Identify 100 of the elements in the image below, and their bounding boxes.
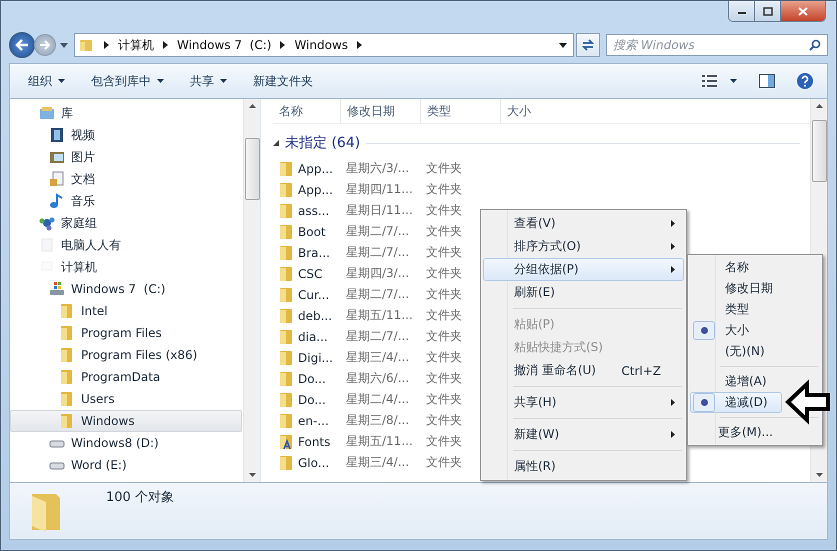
nav-item[interactable]: Program Files (x86) — [10, 344, 242, 366]
chevron-icon[interactable] — [104, 41, 109, 49]
collapse-triangle-icon[interactable] — [273, 140, 279, 146]
file-name[interactable]: App... — [298, 162, 346, 176]
menu-item[interactable]: 更多(M)... — [690, 422, 782, 443]
scroll-thumb[interactable] — [812, 120, 826, 182]
column-header[interactable]: 类型 — [421, 99, 501, 123]
file-date: 星期二/7/... — [346, 223, 410, 240]
menu-item[interactable]: 大小 — [690, 320, 782, 341]
dropdown-arrow-icon[interactable] — [559, 42, 567, 48]
nav-item[interactable]: 音乐 — [10, 190, 242, 212]
menu-item[interactable]: (无)(N) — [690, 341, 782, 362]
file-date: 星期五/11... — [346, 307, 414, 324]
file-name[interactable]: CSC — [298, 266, 346, 280]
file-name[interactable]: Bra... — [298, 246, 346, 260]
nav-item[interactable]: Windows 7 (C:) — [10, 278, 242, 300]
menu-item[interactable]: 刷新(E) — [483, 281, 684, 304]
file-name[interactable]: App... — [298, 182, 346, 196]
nav-item[interactable]: 电脑人人有 — [10, 234, 242, 256]
file-name[interactable]: Glo... — [298, 456, 346, 470]
nav-item[interactable]: ProgramData — [10, 366, 242, 388]
scroll-up-icon[interactable] — [248, 104, 256, 108]
submenu-arrow-icon — [671, 243, 675, 250]
scrollbar[interactable] — [243, 99, 260, 482]
close-button[interactable] — [781, 1, 825, 21]
file-type: 文件夹 — [426, 181, 462, 198]
file-date: 星期三/4/... — [346, 349, 410, 366]
breadcrumb[interactable]: Windows — [294, 38, 348, 52]
breadcrumb[interactable]: Windows 7 (C:) — [177, 38, 272, 52]
submenu-arrow-icon — [671, 431, 675, 438]
caret-icon — [157, 79, 164, 83]
menu-item[interactable]: 递减(D) — [690, 392, 782, 413]
file-type: 文件夹 — [426, 349, 462, 366]
menu-item[interactable]: 查看(V) — [483, 212, 684, 235]
right-arrow-icon — [38, 39, 52, 51]
chevron-icon[interactable] — [357, 41, 362, 49]
nav-item[interactable]: 库 — [10, 102, 242, 124]
scroll-down-icon[interactable] — [248, 473, 256, 477]
file-type: 文件夹 — [426, 244, 462, 261]
file-date: 星期四/3/... — [346, 265, 410, 282]
nav-item[interactable]: 家庭组 — [10, 212, 242, 234]
file-name[interactable]: Cur... — [298, 288, 346, 302]
menu-item[interactable]: 名称 — [690, 257, 782, 278]
nav-item[interactable]: 视频 — [10, 124, 242, 146]
toolbar-button[interactable]: 包含到库中 — [81, 70, 174, 92]
file-name[interactable]: deb... — [298, 308, 346, 322]
file-name[interactable]: Boot — [298, 224, 346, 238]
menu-item[interactable]: 修改日期 — [690, 278, 782, 299]
scroll-thumb[interactable] — [244, 138, 260, 200]
chevron-icon[interactable] — [163, 41, 168, 49]
submenu-arrow-icon — [671, 220, 675, 227]
nav-item[interactable]: Windows8 (D:) — [10, 432, 242, 454]
search-icon — [809, 39, 821, 51]
file-name[interactable]: Do... — [298, 372, 346, 386]
toolbar-button[interactable]: 新建文件夹 — [243, 70, 323, 92]
menu-item[interactable]: 撤消 重命名(U) Ctrl+Z — [483, 359, 684, 382]
file-name[interactable]: en-... — [298, 414, 346, 428]
menu-item[interactable]: 新建(W) — [483, 423, 684, 446]
menu-item[interactable]: 分组依据(P) — [483, 258, 684, 281]
address-bar[interactable]: 计算机 Windows 7 (C:) Windows — [74, 33, 574, 57]
nav-item[interactable]: 图片 — [10, 146, 242, 168]
toolbar-button[interactable]: 共享 — [180, 70, 237, 92]
file-type: 文件夹 — [426, 412, 462, 429]
pane-icon — [759, 74, 775, 88]
chevron-icon[interactable] — [280, 41, 286, 49]
back-button[interactable] — [9, 32, 35, 58]
nav-item[interactable]: Windows — [10, 410, 242, 432]
nav-item[interactable]: 计算机 — [10, 256, 242, 278]
file-name[interactable]: Digi... — [298, 350, 346, 364]
column-header[interactable]: 名称 — [273, 99, 341, 123]
file-type: 文件夹 — [426, 223, 462, 240]
maximize-button[interactable] — [755, 1, 781, 21]
nav-item[interactable]: Program Files — [10, 322, 242, 344]
toolbar-button[interactable]: 组织 — [18, 70, 75, 92]
menu-item[interactable]: 递增(A) — [690, 371, 782, 392]
breadcrumb[interactable]: 计算机 — [118, 36, 154, 54]
scroll-up-icon[interactable] — [816, 104, 822, 108]
close-icon — [798, 6, 808, 16]
file-name[interactable]: Fonts — [298, 434, 346, 448]
column-header[interactable]: 大小 — [501, 99, 581, 123]
minimize-button[interactable] — [729, 1, 755, 21]
menu-item[interactable]: 属性(R) — [483, 455, 684, 478]
file-date: 星期六/3/... — [346, 160, 410, 177]
menu-item[interactable]: 类型 — [690, 299, 782, 320]
nav-item[interactable]: 文档 — [10, 168, 242, 190]
nav-item[interactable]: Users — [10, 388, 242, 410]
menu-item[interactable]: 共享(H) — [483, 391, 684, 414]
group-header[interactable]: 未指定 (64) — [285, 134, 360, 152]
file-date: 星期日/11... — [346, 202, 414, 219]
file-name[interactable]: ass... — [298, 204, 346, 218]
nav-item[interactable]: Word (E:) — [10, 454, 242, 476]
file-name[interactable]: dia... — [298, 330, 346, 344]
nav-item[interactable]: Intel — [10, 300, 242, 322]
scroll-down-icon[interactable] — [816, 473, 822, 477]
menu-item[interactable]: 排序方式(O) — [483, 235, 684, 258]
list-icon — [702, 75, 718, 87]
column-header[interactable]: 修改日期 — [341, 99, 421, 123]
search-field[interactable]: 搜索 Windows — [606, 34, 828, 56]
file-name[interactable]: Do... — [298, 392, 346, 406]
refresh-button[interactable] — [576, 33, 600, 57]
